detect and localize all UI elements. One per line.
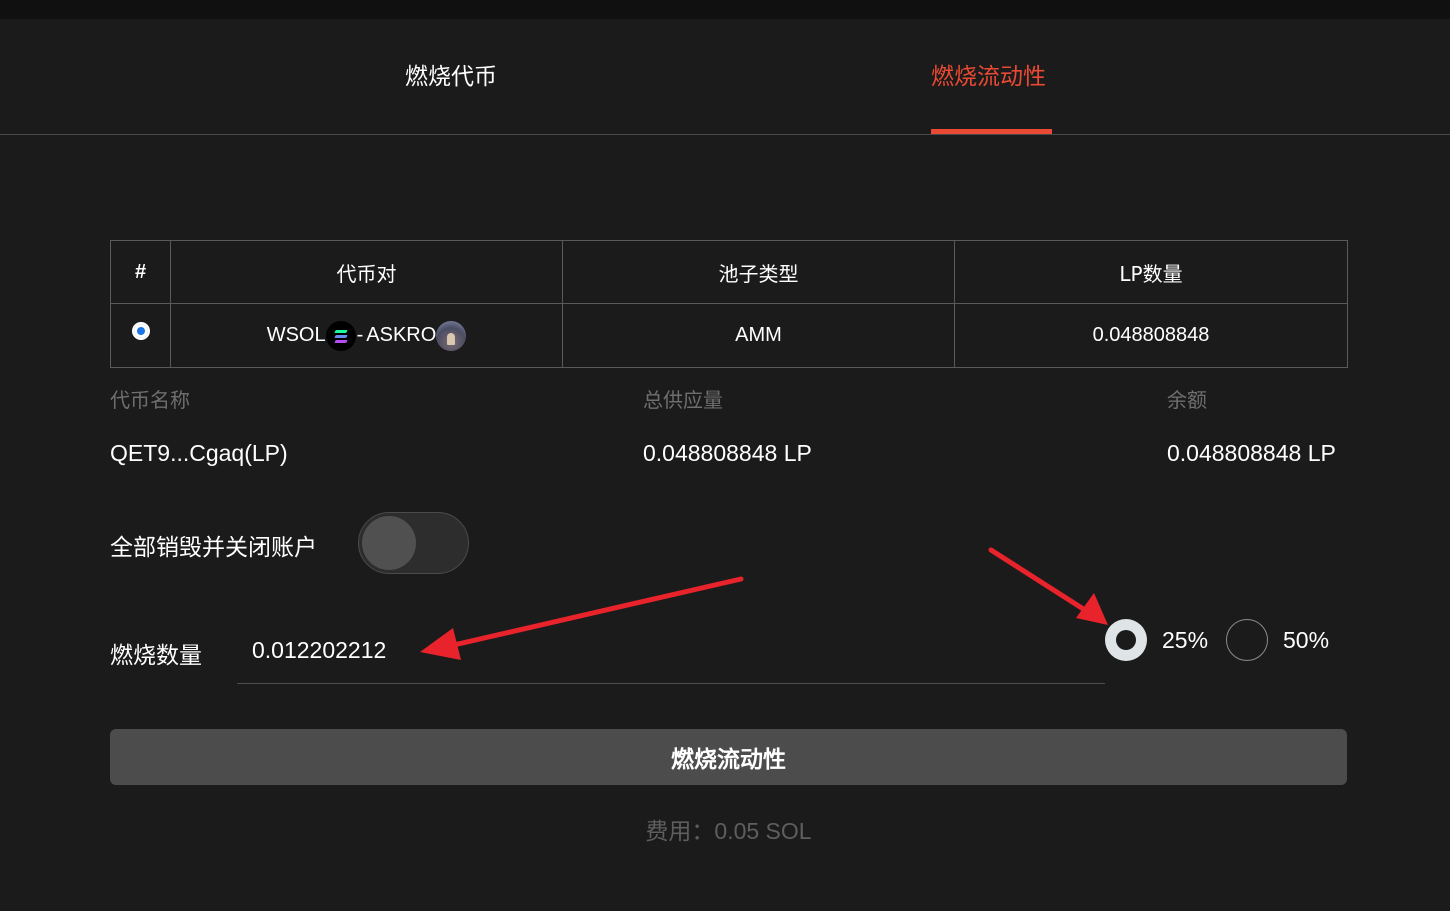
burn-amount-label: 燃烧数量	[110, 643, 202, 669]
percent-25-label[interactable]: 25%	[1162, 627, 1208, 654]
percent-50-radio[interactable]	[1226, 619, 1268, 661]
row-select-radio[interactable]	[131, 321, 150, 340]
column-header-pair: 代币对	[170, 240, 563, 304]
active-tab-indicator	[931, 129, 1052, 134]
pool-type-cell: AMM	[562, 303, 955, 368]
tab-burn-liquidity[interactable]: 燃烧流动性	[931, 57, 1046, 91]
close-account-toggle[interactable]	[358, 512, 469, 574]
burn-liquidity-button[interactable]: 燃烧流动性	[110, 729, 1347, 785]
table-row[interactable]: WSOL - ASKRO AMM 0.048808848	[110, 303, 1348, 368]
pair-separator: -	[356, 324, 364, 346]
column-header-pool-type: 池子类型	[562, 240, 955, 304]
row-select-cell	[110, 303, 171, 368]
annotation-arrow-percent	[988, 547, 1108, 625]
balance-value: 0.048808848 LP	[1167, 440, 1336, 466]
burn-amount-input[interactable]	[237, 618, 1105, 684]
fee-text: 费用：0.05 SOL	[645, 818, 812, 844]
percent-25-radio[interactable]	[1105, 619, 1147, 661]
percent-50-label[interactable]: 50%	[1283, 627, 1329, 654]
token-b-name: ASKRO	[366, 324, 437, 346]
token-name-value: QET9...Cgaq(LP)	[110, 440, 288, 466]
lp-amount-cell: 0.048808848	[954, 303, 1348, 368]
tab-bar: 燃烧代币 燃烧流动性	[0, 19, 1450, 135]
total-supply-label: 总供应量	[643, 388, 723, 412]
burn-liquidity-page: 燃烧代币 燃烧流动性 # 代币对 池子类型 LP数量 WSOL - ASKRO …	[0, 0, 1450, 911]
pair-cell: WSOL - ASKRO	[170, 303, 563, 368]
token-name-label: 代币名称	[110, 388, 190, 412]
toggle-knob	[362, 516, 416, 570]
askro-icon	[436, 320, 467, 351]
total-supply-value: 0.048808848 LP	[643, 440, 812, 466]
column-header-index: #	[110, 240, 171, 304]
balance-label: 余额	[1167, 388, 1207, 412]
lp-token-table: # 代币对 池子类型 LP数量 WSOL - ASKRO AMM 0.04880…	[110, 240, 1348, 368]
top-bar	[0, 0, 1450, 19]
table-header-row: # 代币对 池子类型 LP数量	[110, 240, 1348, 304]
solana-icon	[325, 320, 356, 351]
tab-burn-token[interactable]: 燃烧代币	[405, 57, 497, 91]
token-a-name: WSOL	[266, 324, 326, 346]
close-account-label: 全部销毁并关闭账户	[110, 535, 317, 561]
column-header-lp-amount: LP数量	[954, 240, 1348, 304]
